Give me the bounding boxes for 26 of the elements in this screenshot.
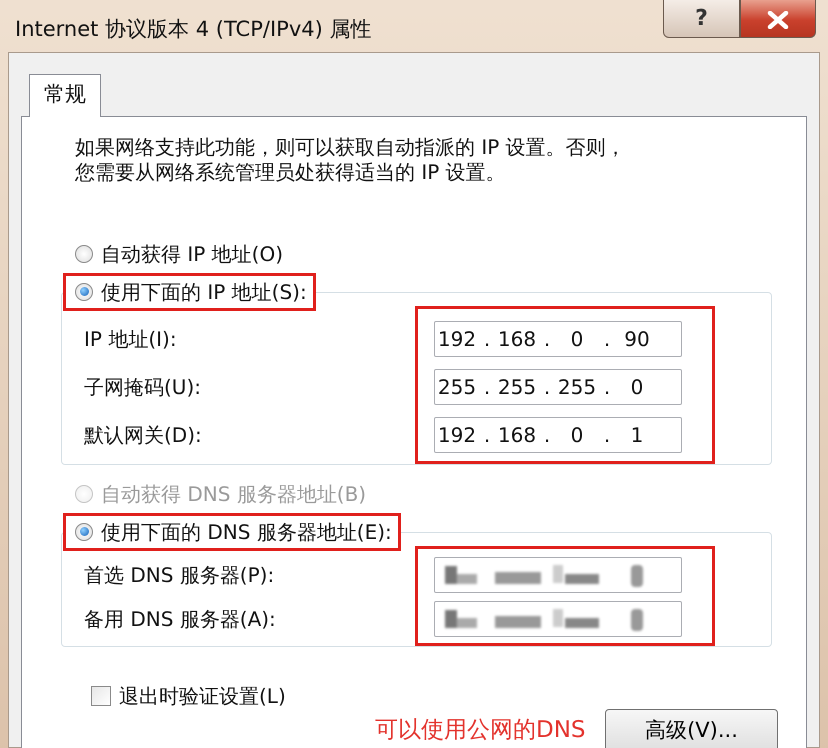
- input-field[interactable]: [434, 600, 682, 636]
- radio-button[interactable]: [75, 282, 93, 300]
- radio-label[interactable]: 使用下面的 DNS 服务器地址(E):: [101, 516, 392, 546]
- close-icon: [767, 11, 789, 30]
- radio-button[interactable]: [75, 522, 93, 540]
- field-label: IP 地址(I):: [84, 326, 178, 352]
- checkbox[interactable]: [91, 686, 111, 706]
- checkbox-label[interactable]: 退出时验证设置(L): [119, 680, 286, 710]
- input-field[interactable]: 192 . 168 . 0 . 1: [434, 416, 682, 452]
- tab[interactable]: 常规: [29, 74, 101, 116]
- field-label: 默认网关(D):: [84, 422, 203, 448]
- radio-label[interactable]: 使用下面的 IP 地址(S):: [101, 276, 307, 306]
- window-title: Internet 协议版本 4 (TCP/IPv4) 属性: [15, 16, 372, 43]
- close-button[interactable]: [740, 0, 816, 38]
- input-field[interactable]: 255 . 255 . 255 . 0: [434, 368, 682, 404]
- input-field[interactable]: [434, 556, 682, 592]
- description-text: 如果网络支持此功能，则可以获取自动指派的 IP 设置。否则， 您需要从网络系统管理员处获得适当的 IP 设置。: [75, 134, 627, 184]
- radio-label[interactable]: 自动获得 IP 地址(O): [101, 238, 284, 268]
- advanced-button[interactable]: 高级(V)...: [605, 708, 778, 748]
- help-button[interactable]: ?: [663, 0, 740, 38]
- field-label: 首选 DNS 服务器(P):: [84, 562, 276, 588]
- field-label: 备用 DNS 服务器(A):: [84, 606, 277, 632]
- annotation-text: 可以使用公网的DNS: [375, 716, 586, 744]
- field-label: 子网掩码(U):: [84, 374, 202, 400]
- input-field[interactable]: 192 . 168 . 0 . 90: [434, 320, 682, 356]
- radio-button[interactable]: [75, 244, 93, 262]
